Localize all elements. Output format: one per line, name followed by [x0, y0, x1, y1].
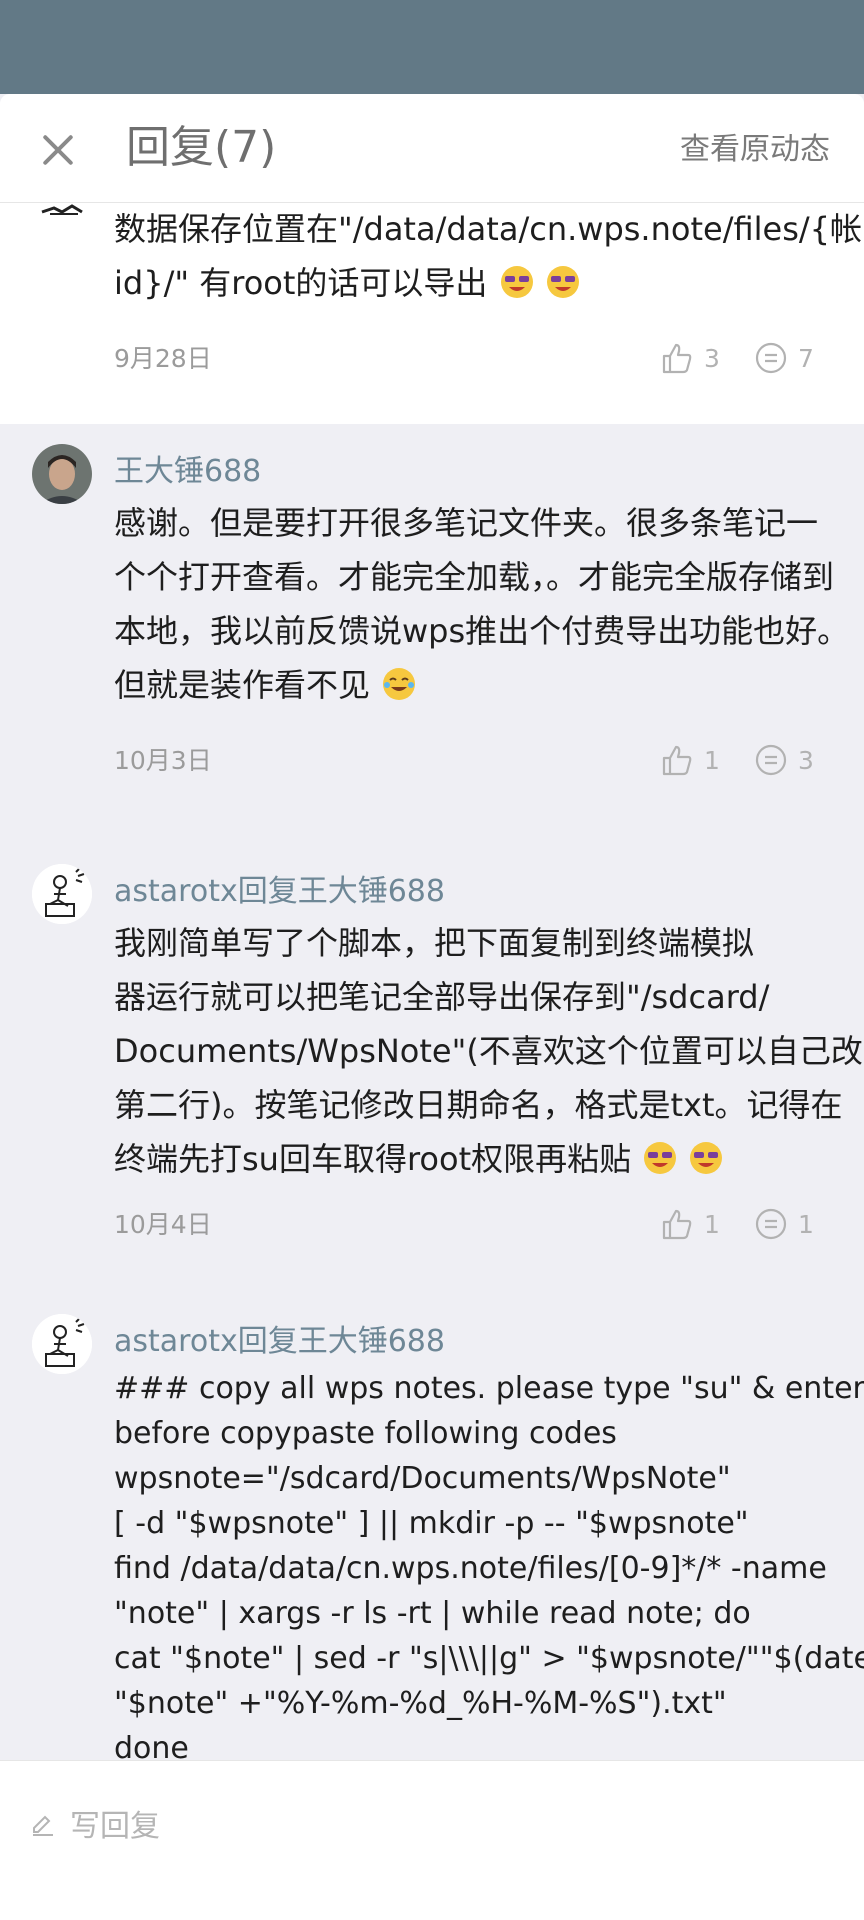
comment-date: 10月3日: [114, 746, 212, 775]
reply-placeholder: 写回复: [70, 1809, 160, 1844]
comment-list[interactable]: 数据保存位置在"/data/data/cn.wps.note/files/{帐号…: [0, 202, 864, 1760]
comment-text: 数据保存位置在"/data/data/cn.wps.note/files/{帐号…: [114, 210, 864, 302]
comment-text: 我刚简单写了个脚本，把下面复制到终端模拟 器运行就可以把笔记全部导出保存到"/s…: [114, 924, 863, 1178]
reply-count-button[interactable]: 7: [754, 340, 814, 376]
thumbs-up-icon: [662, 745, 692, 776]
avatar[interactable]: [32, 444, 92, 504]
reply-count-button[interactable]: 1: [754, 1206, 814, 1242]
comment-author[interactable]: astarotx回复王大锤688: [114, 872, 445, 912]
laughing-emoji-icon: [546, 266, 579, 298]
comment-icon: [755, 342, 787, 374]
comment-text: 感谢。但是要打开很多笔记文件夹。很多条笔记一 个个打开查看。才能完全加载，。才能…: [114, 504, 850, 704]
comment-author[interactable]: astarotx回复王大锤688: [114, 1322, 445, 1362]
page-title: 回复(7): [126, 122, 277, 173]
comment-icon: [755, 1208, 787, 1240]
avatar[interactable]: [32, 864, 92, 924]
reply-count-button[interactable]: 3: [754, 742, 814, 778]
like-button[interactable]: 3: [660, 340, 720, 376]
avatar-drawing: [32, 864, 92, 924]
laughing-emoji-icon: [690, 1142, 723, 1174]
view-original-link[interactable]: 查看原动态: [680, 130, 830, 170]
comment-item: 王大锤688 感谢。但是要打开很多笔记文件夹。很多条笔记一 个个打开查看。才能完…: [0, 424, 864, 844]
laughing-emoji-icon: [500, 266, 533, 298]
like-button[interactable]: 1: [660, 742, 720, 778]
reply-input[interactable]: 写回复: [30, 1801, 160, 1845]
comment-date: 9月28日: [114, 344, 212, 373]
thumbs-up-icon: [662, 343, 692, 374]
like-button[interactable]: 1: [660, 1206, 720, 1242]
reply-sheet: 回复(7) 查看原动态 数据保存位置在"/data/data/cn.wps.no…: [0, 94, 864, 1920]
pencil-icon: [33, 1815, 53, 1836]
close-icon[interactable]: [36, 128, 80, 172]
status-bar: [0, 0, 864, 94]
avatar[interactable]: [32, 202, 92, 222]
avatar-photo: [32, 444, 92, 504]
thumbs-up-icon: [662, 1209, 692, 1240]
header: 回复(7) 查看原动态: [0, 94, 864, 203]
comment-text: ### copy all wps notes. please type "su"…: [114, 1371, 864, 1760]
comment-item: astarotx回复王大锤688 ### copy all wps notes.…: [0, 1294, 864, 1760]
avatar[interactable]: [32, 1314, 92, 1374]
comment-item: 数据保存位置在"/data/data/cn.wps.note/files/{帐号…: [0, 202, 864, 402]
comment-item: astarotx回复王大锤688 我刚简单写了个脚本，把下面复制到终端模拟 器运…: [0, 844, 864, 1294]
laughing-emoji-icon: [644, 1142, 677, 1174]
tears-of-joy-emoji-icon: [383, 668, 416, 700]
comment-author[interactable]: 王大锤688: [114, 452, 261, 492]
comment-icon: [755, 744, 787, 776]
avatar-drawing: [32, 1314, 92, 1374]
comment-date: 10月4日: [114, 1210, 212, 1239]
reply-bar: 写回复: [0, 1760, 864, 1920]
